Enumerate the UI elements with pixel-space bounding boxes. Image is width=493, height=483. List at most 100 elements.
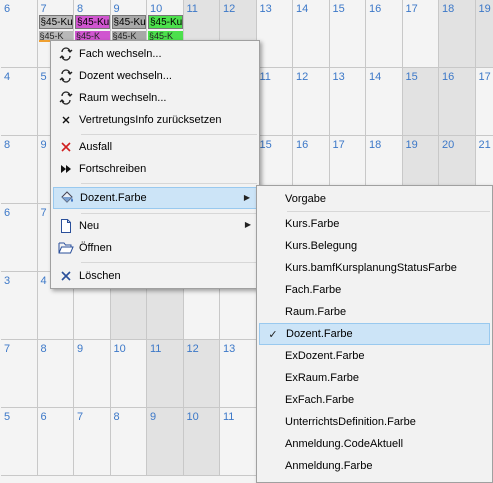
- menu-item-loeschen[interactable]: Löschen: [53, 265, 257, 287]
- calendar-day-cell[interactable]: 11: [147, 340, 184, 408]
- color-option-exfach-farbe[interactable]: ExFach.Farbe: [259, 389, 490, 411]
- calendar-day-cell[interactable]: 12: [183, 340, 220, 408]
- menu-item-label: Ausfall: [79, 141, 113, 153]
- calendar-day-cell[interactable]: 18: [439, 0, 476, 68]
- calendar-day-cell[interactable]: 9: [147, 408, 184, 476]
- calendar-day-cell[interactable]: 7: [1, 340, 38, 408]
- menu-item-label: Öffnen: [79, 242, 112, 254]
- calendar-day-cell[interactable]: 13: [329, 68, 366, 136]
- day-number: 8: [77, 3, 84, 15]
- color-option-kurs-belegung[interactable]: Kurs.Belegung: [259, 235, 490, 257]
- day-number: 14: [296, 3, 309, 15]
- color-option-exraum-farbe[interactable]: ExRaum.Farbe: [259, 367, 490, 389]
- menu-separator: [81, 262, 257, 263]
- color-option-kurs-farbe[interactable]: Kurs.Farbe: [259, 213, 490, 235]
- calendar-day-cell[interactable]: 17: [402, 0, 439, 68]
- day-number: 16: [369, 3, 382, 15]
- color-option-kurs-bamfkursplanungstatusfarbe[interactable]: Kurs.bamfKursplanungStatusFarbe: [259, 257, 490, 279]
- day-number: 8: [4, 139, 11, 151]
- day-number: 16: [442, 71, 455, 83]
- calendar-day-cell[interactable]: 7: [74, 408, 111, 476]
- color-option-label: Fach.Farbe: [285, 284, 342, 296]
- day-number: 20: [442, 139, 455, 151]
- day-number: 13: [223, 343, 236, 355]
- color-option-label: UnterrichtsDefinition.Farbe: [285, 416, 416, 428]
- calendar-day-cell[interactable]: 17: [475, 68, 493, 136]
- course-event[interactable]: §45-Ku: [111, 15, 146, 29]
- day-number: 13: [332, 71, 345, 83]
- calendar-day-cell[interactable]: 15: [402, 68, 439, 136]
- menu-item-dozent-farbe[interactable]: Dozent.Farbe ▶: [53, 187, 257, 209]
- color-option-label: ExFach.Farbe: [285, 394, 355, 406]
- day-number: 18: [369, 139, 382, 151]
- calendar-day-cell[interactable]: 6: [1, 0, 38, 68]
- day-number: 17: [478, 71, 491, 83]
- calendar-day-cell[interactable]: 12: [293, 68, 330, 136]
- calendar-day-cell[interactable]: 14: [366, 68, 403, 136]
- day-number: 11: [186, 3, 198, 15]
- color-option-vorgabe[interactable]: Vorgabe: [259, 188, 490, 210]
- day-number: 12: [223, 3, 236, 15]
- day-number: 6: [4, 3, 11, 15]
- color-option-label: Kurs.Belegung: [285, 240, 358, 252]
- calendar-day-cell[interactable]: 14: [293, 0, 330, 68]
- color-option-dozent-farbe[interactable]: ✓ Dozent.Farbe: [259, 323, 490, 345]
- menu-item-raum-wechseln[interactable]: Raum wechseln...: [53, 87, 257, 109]
- menu-item-fortschreiben[interactable]: Fortschreiben: [53, 158, 257, 180]
- calendar-day-cell[interactable]: 13: [220, 340, 257, 408]
- calendar-day-cell[interactable]: 16: [439, 68, 476, 136]
- day-number: 10: [150, 3, 163, 15]
- menu-item-dozent-wechseln[interactable]: Dozent wechseln...: [53, 65, 257, 87]
- color-option-raum-farbe[interactable]: Raum.Farbe: [259, 301, 490, 323]
- menu-item-label: VertretungsInfo zurücksetzen: [79, 114, 222, 126]
- menu-item-vertretungsinfo-reset[interactable]: VertretungsInfo zurücksetzen: [53, 109, 257, 131]
- day-number: 15: [259, 139, 272, 151]
- context-menu: Fach wechseln... Dozent wechseln... Raum…: [50, 40, 260, 289]
- day-number: 15: [332, 3, 345, 15]
- day-number: 7: [77, 411, 84, 423]
- day-number: 17: [332, 139, 345, 151]
- day-number: 11: [259, 71, 271, 83]
- day-number: 12: [186, 343, 199, 355]
- calendar-day-cell[interactable]: 16: [366, 0, 403, 68]
- calendar-day-cell[interactable]: 19: [475, 0, 493, 68]
- fast-forward-icon: [53, 164, 79, 174]
- submenu-arrow-icon: ▶: [244, 220, 251, 229]
- calendar-day-cell[interactable]: 13: [256, 0, 293, 68]
- calendar-day-cell[interactable]: 8: [110, 408, 147, 476]
- color-option-anmeldung-codeaktuell[interactable]: Anmeldung.CodeAktuell: [259, 433, 490, 455]
- day-number: 7: [40, 3, 47, 15]
- menu-item-fach-wechseln[interactable]: Fach wechseln...: [53, 43, 257, 65]
- calendar-day-cell[interactable]: 6: [37, 408, 74, 476]
- color-option-label: Anmeldung.CodeAktuell: [285, 438, 404, 450]
- day-number: 9: [77, 343, 84, 355]
- calendar-day-cell[interactable]: 10: [183, 408, 220, 476]
- calendar-day-cell[interactable]: 11: [256, 68, 293, 136]
- course-event[interactable]: §45-Ku: [148, 15, 183, 29]
- calendar-day-cell[interactable]: 8: [37, 340, 74, 408]
- menu-item-ausfall[interactable]: Ausfall: [53, 136, 257, 158]
- calendar-day-cell[interactable]: 11: [220, 408, 257, 476]
- menu-item-neu[interactable]: Neu ▶: [53, 215, 257, 237]
- calendar-day-cell[interactable]: 5: [1, 408, 38, 476]
- calendar-day-cell[interactable]: 9: [74, 340, 111, 408]
- color-option-unterrichtsdefinition-farbe[interactable]: UnterrichtsDefinition.Farbe: [259, 411, 490, 433]
- color-option-anmeldung-farbe[interactable]: Anmeldung.Farbe: [259, 455, 490, 477]
- calendar-day-cell[interactable]: 4: [1, 68, 38, 136]
- calendar-day-cell[interactable]: 15: [329, 0, 366, 68]
- course-event[interactable]: §45-Ku: [38, 15, 73, 29]
- color-option-fach-farbe[interactable]: Fach.Farbe: [259, 279, 490, 301]
- day-number: 4: [4, 71, 11, 83]
- new-document-icon: [53, 219, 79, 233]
- course-event[interactable]: §45-Ku: [75, 15, 110, 29]
- calendar-day-cell[interactable]: 3: [1, 272, 38, 340]
- calendar-day-cell[interactable]: 10: [110, 340, 147, 408]
- color-option-exdozent-farbe[interactable]: ExDozent.Farbe: [259, 345, 490, 367]
- swap-icon: [53, 47, 79, 61]
- menu-item-oeffnen[interactable]: Öffnen: [53, 237, 257, 259]
- day-number: 9: [113, 3, 120, 15]
- calendar-day-cell[interactable]: 6: [1, 204, 38, 272]
- day-number: 8: [113, 411, 120, 423]
- calendar-day-cell[interactable]: 8: [1, 136, 38, 204]
- check-icon: ✓: [268, 328, 278, 341]
